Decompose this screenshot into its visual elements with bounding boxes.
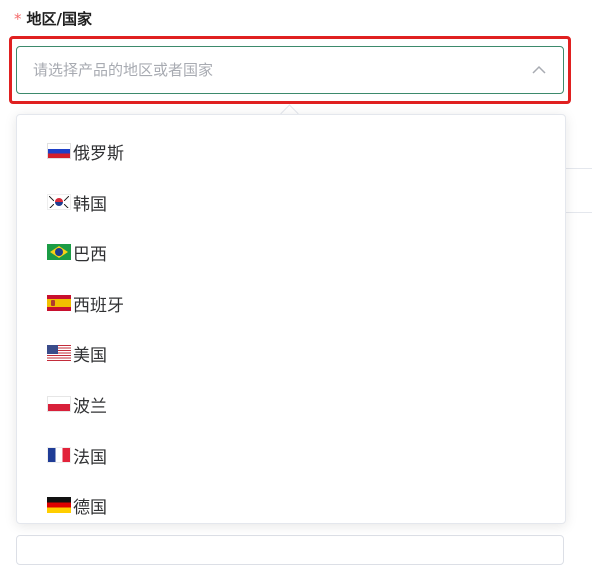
form-divider (566, 212, 592, 213)
field-label: * 地区/国家 (14, 8, 92, 30)
option-label: 波兰 (73, 396, 107, 417)
brazil-flag-icon (47, 244, 71, 260)
russia-flag-icon (47, 143, 71, 159)
option-label: 德国 (73, 497, 107, 518)
select-placeholder: 请选择产品的地区或者国家 (33, 61, 214, 79)
spain-flag-icon (47, 295, 71, 311)
option-usa[interactable]: 美国 (17, 331, 565, 375)
form-divider (566, 168, 592, 169)
dropdown-menu: 俄罗斯 韩国 巴西 西班牙 美国 波兰 法国 德国 (16, 114, 566, 524)
option-russia[interactable]: 俄罗斯 (17, 129, 565, 173)
south-korea-flag-icon (47, 194, 71, 210)
france-flag-icon (47, 447, 71, 463)
option-germany[interactable]: 德国 (17, 483, 565, 527)
option-label: 巴西 (73, 244, 107, 265)
option-brazil[interactable]: 巴西 (17, 230, 565, 274)
next-form-field[interactable] (16, 535, 564, 565)
poland-flag-icon (47, 396, 71, 412)
option-poland[interactable]: 波兰 (17, 382, 565, 426)
required-asterisk: * (14, 10, 22, 28)
option-label: 美国 (73, 345, 107, 366)
germany-flag-icon (47, 497, 71, 513)
option-label: 俄罗斯 (73, 143, 124, 164)
option-spain[interactable]: 西班牙 (17, 281, 565, 325)
option-france[interactable]: 法国 (17, 433, 565, 477)
option-label: 法国 (73, 447, 107, 468)
option-south-korea[interactable]: 韩国 (17, 180, 565, 224)
usa-flag-icon (47, 345, 71, 361)
region-country-select[interactable]: 请选择产品的地区或者国家 (16, 46, 564, 94)
option-label: 韩国 (73, 194, 107, 215)
field-label-text: 地区/国家 (26, 10, 92, 28)
option-label: 西班牙 (73, 295, 124, 316)
chevron-up-icon[interactable] (529, 60, 549, 80)
